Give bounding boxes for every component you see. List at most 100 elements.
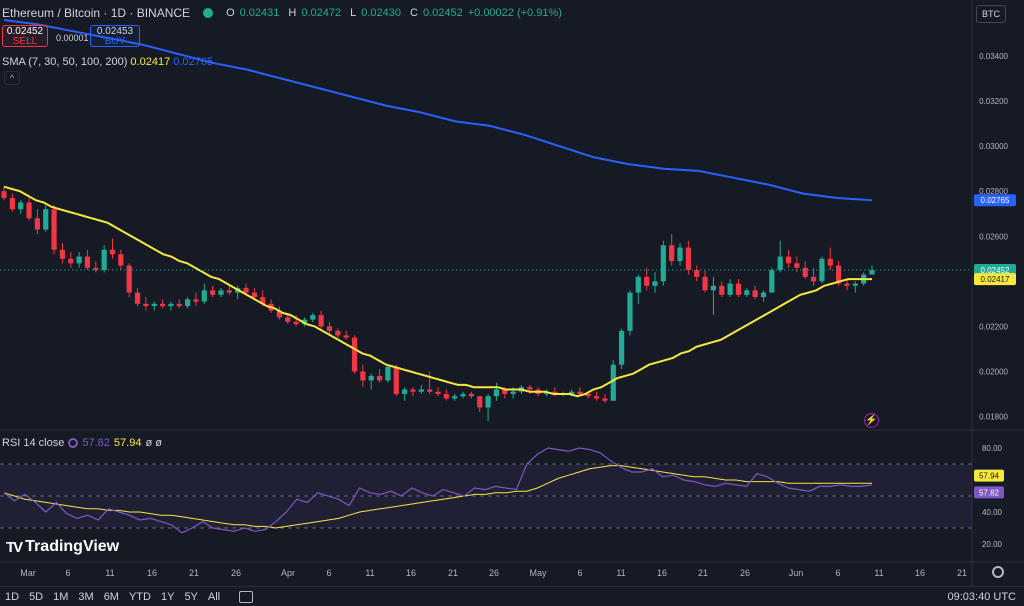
candle-body [335,330,341,336]
legend-header: Ethereum / Bitcoin · 1D · BINANCE O 0.024… [2,6,562,20]
candle-body [443,393,449,399]
candle-body [68,258,74,264]
candle-body [635,276,641,293]
sma-label: SMA (7, 30, 50, 100, 200) [2,56,128,68]
visibility-icon[interactable] [203,8,214,18]
sma200-line [3,19,873,202]
high-label: H [288,7,297,19]
candle-body [685,247,691,271]
candle-body [360,371,366,381]
candle-body [118,254,124,266]
candle-body [76,256,82,264]
time-tick-label: 11 [365,568,374,578]
candle-body [785,256,792,264]
range-6m[interactable]: 6M [99,591,124,603]
currency-button[interactable]: BTC [976,5,1006,23]
candle-body [493,389,500,397]
range-1m[interactable]: 1M [48,591,73,603]
time-tick-label: 26 [231,568,241,578]
candle-body [402,389,408,394]
time-tick-label: 11 [616,568,625,578]
time-tick-label: 21 [189,568,199,578]
buy-label: BUY [104,36,126,47]
candle-body [59,249,66,259]
candle-body [627,292,633,331]
candle-body [134,292,141,304]
candle-body [744,290,750,295]
collapse-legend-button[interactable]: ^ [4,71,20,85]
candle-body [326,326,333,331]
rsi-value: 57.82 [82,437,110,449]
range-all[interactable]: All [203,591,225,603]
time-tick-label: Mar [20,568,36,578]
candle-body [51,209,57,250]
clock[interactable]: 09:03:40 UTC [948,591,1016,603]
time-tick-label: 16 [147,568,157,578]
time-tick-label: 16 [915,568,925,578]
candle-body [126,265,132,293]
buy-button[interactable]: 0.02453 BUY [90,25,140,47]
candle-body [285,317,291,322]
time-tick-label: 6 [835,568,840,578]
gear-icon[interactable] [992,566,1004,578]
price-tick-label: 0.03200 [979,97,1008,106]
candle-body [677,247,683,262]
candle-body [727,283,733,295]
rsi-tick-label: 40.00 [982,508,1003,517]
rsi-badge-label: 57.94 [979,472,1000,481]
candle-body [251,292,257,298]
candle-body [719,285,725,295]
candle-body [468,393,474,397]
change-value: +0.00022 (+0.91%) [467,7,562,19]
low-label: L [350,7,357,19]
time-tick-label: 21 [698,568,708,578]
candle-body [769,270,775,293]
candle-body [619,330,625,365]
candle-body [243,288,249,293]
rsi-settings-icon[interactable] [68,438,79,448]
candle-body [210,290,216,295]
candle-body [810,276,817,282]
rsi-label: RSI 14 close [2,437,65,449]
range-3m[interactable]: 3M [73,591,98,603]
sma-legend[interactable]: SMA (7, 30, 50, 100, 200) 0.02417 0.0276… [2,56,213,68]
sma-value-2: 0.02765 [173,56,214,68]
price-tick-label: 0.01800 [979,412,1008,421]
candle-body [510,391,516,394]
low-value: 0.02430 [361,7,401,19]
candle-body [351,337,358,372]
symbol-title[interactable]: Ethereum / Bitcoin · 1D · BINANCE [2,6,190,20]
rsi-legend[interactable]: RSI 14 close 57.82 57.94 ø ø [2,437,162,449]
range-ytd[interactable]: YTD [124,591,156,603]
candle-body [577,391,583,394]
lightning-icon[interactable]: ⚡ [864,413,879,428]
range-5y[interactable]: 5Y [179,591,202,603]
candle-body [410,389,416,392]
time-tick-label: 16 [657,568,667,578]
chart-canvas[interactable]: 0.034000.032000.030000.028000.026000.024… [0,0,1024,606]
candle-body [376,375,383,381]
candle-body [218,290,224,295]
candle-body [710,285,717,291]
sell-button[interactable]: 0.02452 SELL [2,25,48,47]
range-5d[interactable]: 5D [24,591,48,603]
range-1y[interactable]: 1Y [156,591,179,603]
price-badge-label: 0.02765 [981,196,1010,205]
tradingview-logo: TV TradingView [6,538,119,556]
price-tick-label: 0.02200 [979,322,1008,331]
candle-body [485,396,491,408]
calendar-icon[interactable] [239,590,254,603]
candle-body [318,315,324,327]
candle-body [852,283,858,286]
time-tick-label: 6 [326,568,331,578]
range-1d[interactable]: 1D [0,591,24,603]
candle-body [159,303,166,307]
candle-body [84,256,91,268]
candle-body [794,263,800,268]
candle-body [427,389,433,392]
candle-body [185,299,191,307]
candle-body [844,283,850,286]
rsi-ext: ø ø [145,437,162,449]
candle-body [702,276,708,291]
open-value: 0.02431 [239,7,280,19]
